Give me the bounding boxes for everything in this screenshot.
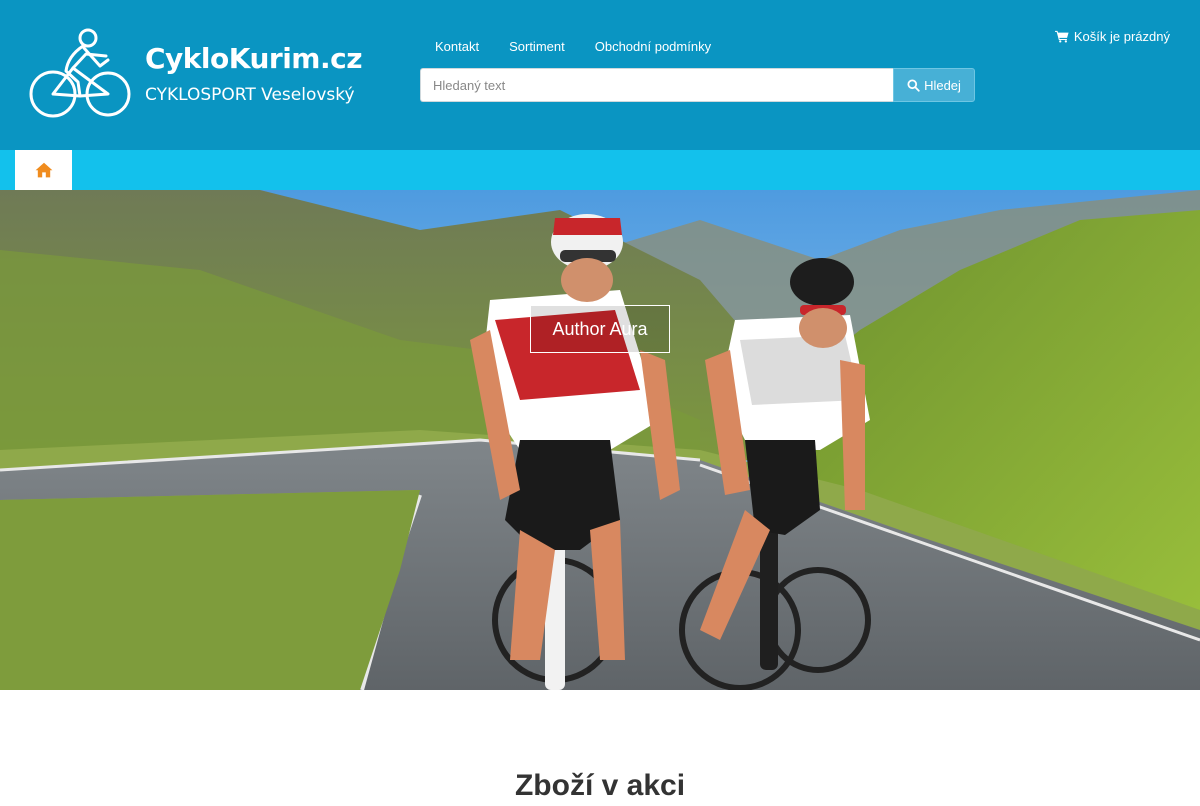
hero-caption[interactable]: Author Aura: [530, 305, 670, 353]
search-icon: [907, 78, 920, 92]
nav-link-obchodni-podminky[interactable]: Obchodní podmínky: [580, 38, 726, 58]
search-input[interactable]: [420, 68, 893, 102]
search-button[interactable]: Hledej: [893, 68, 975, 102]
cart-label: Košík je prázdný: [1073, 29, 1170, 44]
hero-banner[interactable]: Author Aura: [0, 190, 1200, 690]
nav-link-kontakt[interactable]: Kontakt: [420, 38, 494, 58]
section-title-sale: Zboží v akci: [514, 769, 686, 802]
main-menu-bar: [0, 150, 1200, 190]
hero-image-cyclists: [0, 190, 1200, 690]
shopping-cart-icon: [1054, 30, 1069, 43]
top-nav: Kontakt Sortiment Obchodní podmínky: [420, 38, 726, 58]
site-subtitle: CYKLOSPORT Veselovský: [145, 85, 355, 105]
home-button[interactable]: [15, 150, 72, 190]
cart-status[interactable]: Košík je prázdný: [1054, 29, 1170, 44]
search-bar: Hledej: [420, 68, 975, 102]
site-name[interactable]: CykloKurim.cz: [145, 42, 363, 75]
nav-link-sortiment[interactable]: Sortiment: [494, 38, 580, 58]
cyclist-logo-icon[interactable]: [28, 26, 132, 124]
site-header: CykloKurim.cz CYKLOSPORT Veselovský Kont…: [0, 0, 1200, 150]
home-icon: [35, 162, 52, 178]
search-button-label: Hledej: [924, 77, 961, 93]
